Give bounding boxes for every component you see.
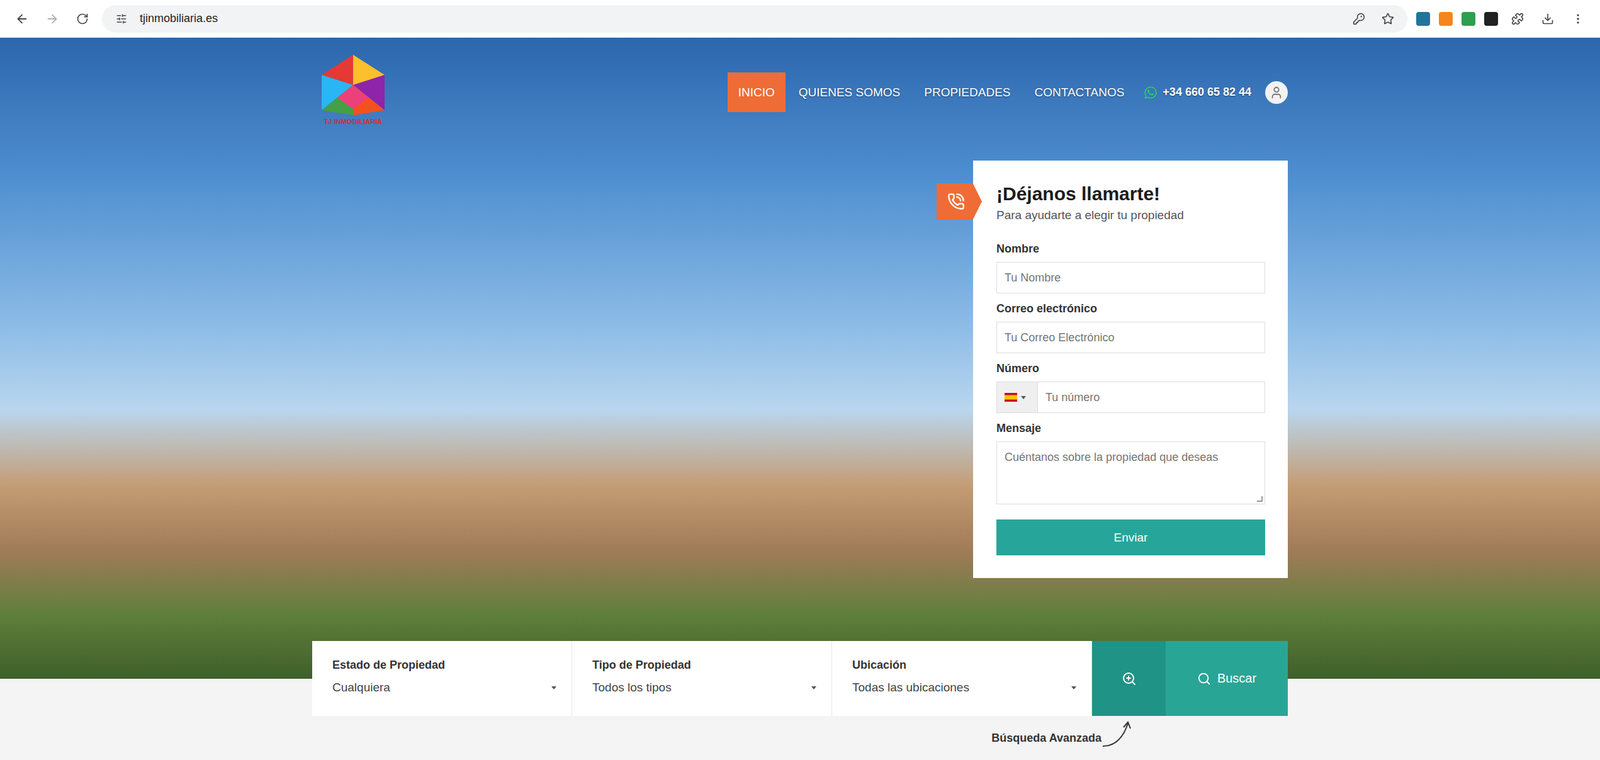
whatsapp-phone[interactable]: +34 660 65 82 44 xyxy=(1137,85,1258,100)
form-field: Correo electrónico Tu Correo Electrónico xyxy=(996,293,1266,354)
star-icon[interactable] xyxy=(1377,8,1399,30)
filter-label: Ubicación xyxy=(852,658,1077,672)
caret-icon xyxy=(1020,395,1026,400)
browser-toolbar: tjinmobiliaria.es xyxy=(0,0,1600,38)
form-field: Número Tu número xyxy=(996,353,1266,413)
caret-icon xyxy=(1071,686,1077,690)
submit-button[interactable]: Enviar xyxy=(996,519,1266,556)
font-extension-icon[interactable] xyxy=(1484,11,1499,26)
resize-handle-icon[interactable] xyxy=(1256,495,1263,502)
nav-item[interactable]: QUIENES SOMOS xyxy=(788,72,912,113)
field-label: Nombre xyxy=(996,242,1266,256)
user-icon[interactable] xyxy=(1265,81,1288,104)
text-input[interactable]: Tu Nombre xyxy=(996,261,1266,294)
form-field: Nombre Tu Nombre xyxy=(996,233,1266,294)
filter-value: Cualquiera xyxy=(332,680,557,695)
filter-label: Tipo de Propiedad xyxy=(592,658,817,672)
phone-call-icon xyxy=(936,183,982,220)
search-icon xyxy=(1197,671,1212,686)
address-bar[interactable]: tjinmobiliaria.es xyxy=(101,5,1408,33)
search-filter[interactable]: Estado de Propiedad Cualquiera xyxy=(312,640,573,716)
search-filter[interactable]: Ubicación Todas las ubicaciones xyxy=(832,640,1093,716)
callback-form: ¡Déjanos llamarte! Para ayudarte a elegir… xyxy=(973,160,1288,578)
nav-item[interactable]: CONTACTANOS xyxy=(1024,72,1136,113)
back-icon[interactable] xyxy=(11,8,33,30)
spain-flag-icon xyxy=(1004,392,1018,402)
key-icon[interactable] xyxy=(1348,8,1370,30)
download-icon[interactable] xyxy=(1537,8,1559,30)
placeholder: Tu Nombre xyxy=(997,271,1265,285)
form-subtitle: Para ayudarte a elegir tu propiedad xyxy=(996,208,1266,223)
search-button[interactable]: Buscar xyxy=(1165,640,1288,716)
extensions-icon[interactable] xyxy=(1506,8,1529,30)
page: tjinmobiliaria.es TJ INMOBILIARIA INICIOQU… xyxy=(0,0,1600,760)
search-filter[interactable]: Tipo de Propiedad Todos los tipos xyxy=(572,640,833,716)
filter-value: Todos los tipos xyxy=(592,680,817,695)
country-select[interactable] xyxy=(997,382,1038,413)
hero-body: ¡Déjanos llamarte! Para ayudarte a elegir… xyxy=(312,125,1288,578)
filter-label: Estado de Propiedad xyxy=(332,658,557,672)
caret-icon xyxy=(551,686,557,690)
whatsapp-icon xyxy=(1143,85,1158,100)
field-label: Correo electrónico xyxy=(996,302,1266,316)
url-text: tjinmobiliaria.es xyxy=(139,11,1341,26)
site-header: TJ INMOBILIARIA INICIOQUIENES SOMOSPROPIE… xyxy=(312,37,1288,126)
search-bar: Estado de Propiedad Cualquiera Tipo de Pro… xyxy=(312,640,1288,716)
hero: TJ INMOBILIARIA INICIOQUIENES SOMOSPROPIE… xyxy=(0,37,1600,679)
message-textarea[interactable]: Cuéntanos sobre la propiedad que deseas xyxy=(996,441,1266,505)
metamask-extension-icon[interactable] xyxy=(1438,11,1453,26)
filter-value: Todas las ubicaciones xyxy=(852,680,1077,695)
main-nav: INICIOQUIENES SOMOSPROPIEDADESCONTACTANO… xyxy=(727,72,1288,113)
reload-icon[interactable] xyxy=(71,8,94,30)
curved-arrow-icon xyxy=(1101,718,1137,750)
advanced-search-label[interactable]: Búsqueda Avanzada xyxy=(991,731,1102,750)
nav-item[interactable]: PROPIEDADES xyxy=(913,72,1021,113)
wordpress-extension-icon[interactable] xyxy=(1416,11,1431,26)
text-input[interactable]: Tu Correo Electrónico xyxy=(996,321,1266,354)
advanced-search-hint: Búsqueda Avanzada xyxy=(312,718,1288,750)
advanced-search-button[interactable] xyxy=(1092,640,1166,716)
language-extension-icon[interactable] xyxy=(1461,11,1476,26)
placeholder: Tu Correo Electrónico xyxy=(997,331,1265,345)
zoom-in-icon xyxy=(1121,670,1137,687)
form-field: Mensaje Cuéntanos sobre la propiedad que … xyxy=(996,412,1266,505)
forward-icon[interactable] xyxy=(41,8,63,30)
site-settings-icon[interactable] xyxy=(110,8,133,30)
logo-icon xyxy=(320,53,386,117)
logo-text: TJ INMOBILIARIA xyxy=(324,117,383,126)
caret-icon xyxy=(811,686,817,690)
logo[interactable]: TJ INMOBILIARIA xyxy=(319,53,387,126)
field-label: Mensaje xyxy=(996,421,1266,435)
nav-item[interactable]: INICIO xyxy=(727,72,786,113)
text-input[interactable]: Tu número xyxy=(996,381,1266,413)
menu-icon[interactable] xyxy=(1567,8,1589,30)
placeholder: Cuéntanos sobre la propiedad que deseas xyxy=(997,441,1265,473)
field-label: Número xyxy=(996,361,1266,376)
placeholder: Tu número xyxy=(1037,390,1265,405)
form-title: ¡Déjanos llamarte! xyxy=(996,183,1266,205)
